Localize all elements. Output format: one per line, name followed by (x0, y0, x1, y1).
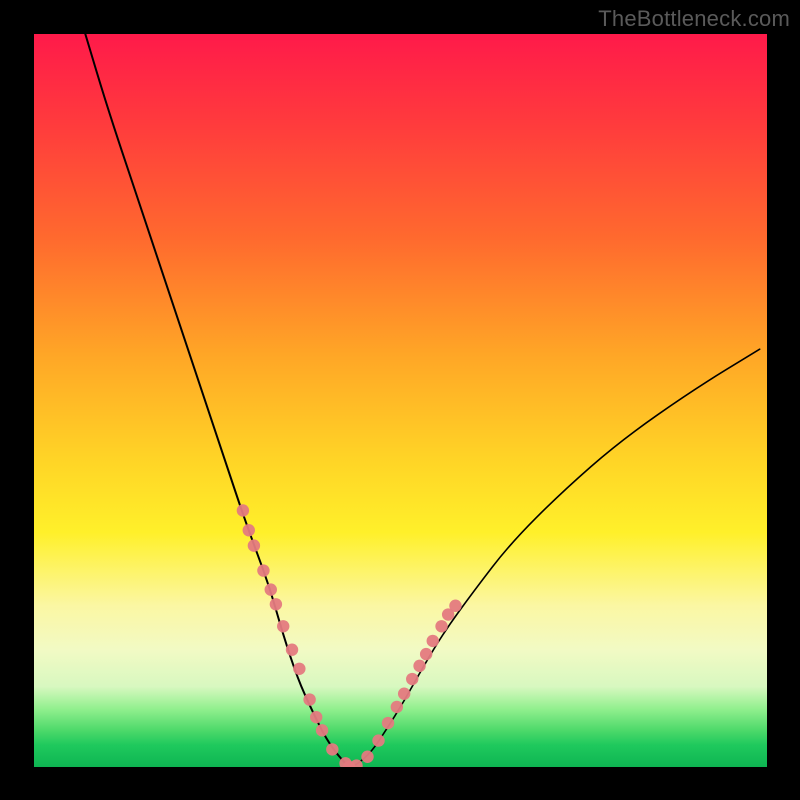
curve-left-path (85, 34, 349, 767)
data-dot (286, 644, 298, 656)
dots-group (237, 504, 462, 767)
curve-left-branch (85, 34, 349, 767)
data-dot (303, 693, 315, 705)
data-dot (398, 688, 410, 700)
data-dot (382, 717, 394, 729)
data-dot (265, 583, 277, 595)
curve-right-path (349, 349, 759, 767)
data-dot (435, 620, 447, 632)
data-dot (413, 660, 425, 672)
curve-right-branch (349, 349, 759, 767)
data-dot (449, 600, 461, 612)
plot-area (34, 34, 767, 767)
data-dot (243, 524, 255, 536)
data-dot (277, 620, 289, 632)
data-dot (420, 648, 432, 660)
data-dot (406, 673, 418, 685)
data-dot (361, 751, 373, 763)
data-dot (248, 539, 260, 551)
watermark-text: TheBottleneck.com (598, 6, 790, 32)
data-dot (316, 724, 328, 736)
data-dot (293, 663, 305, 675)
data-dot (310, 711, 322, 723)
data-dot (257, 564, 269, 576)
curve-layer (34, 34, 767, 767)
data-dot (237, 504, 249, 516)
data-dot (326, 743, 338, 755)
data-dot (427, 635, 439, 647)
data-dot (372, 734, 384, 746)
data-dot (391, 701, 403, 713)
data-dot (270, 598, 282, 610)
chart-frame: TheBottleneck.com (0, 0, 800, 800)
